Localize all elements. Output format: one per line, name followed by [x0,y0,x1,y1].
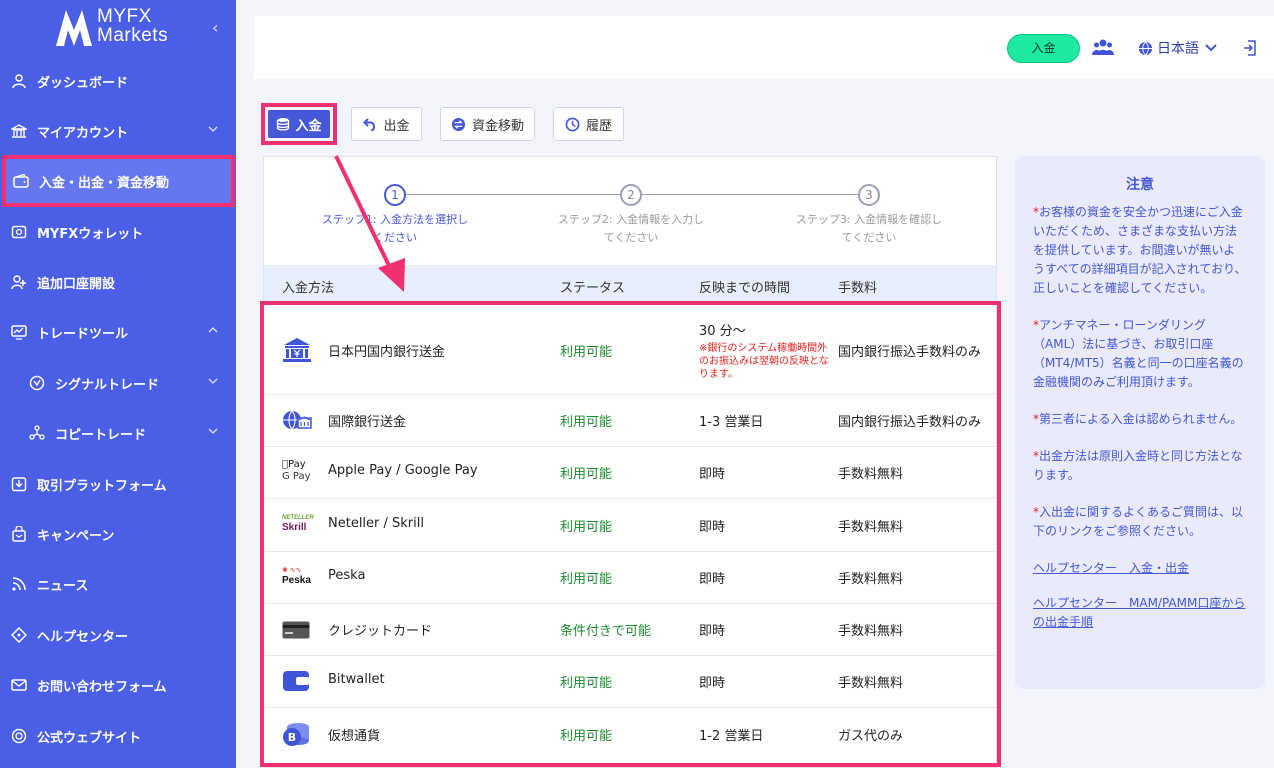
help-center-deposit-link[interactable]: ヘルプセンター 入金・出金 [1033,559,1247,578]
sidebar-item-campaign[interactable]: キャンペーン [0,514,236,554]
sidebar-item-label: キャンペーン [37,528,115,544]
column-header-fee: 手数料 [838,281,878,296]
chevron-down-icon[interactable] [208,376,218,386]
sidebar-item-platforms[interactable]: 取引プラットフォーム [0,464,236,504]
chart-icon [10,323,28,341]
download-icon [10,475,28,493]
copy-icon [28,424,46,442]
chevron-up-icon[interactable] [208,325,218,335]
sidebar-item-label: コピートレード [55,427,147,443]
sidebar-item-trade-tools[interactable]: トレードツール [0,312,236,352]
step-connector [406,194,626,195]
globe-icon [10,727,28,745]
tab-label: 出金 [383,118,410,134]
tab-deposit[interactable]: 入金 [268,110,330,138]
sidebar-item-label: MYFXウォレット [37,226,144,242]
brand-name: MYFX Markets [97,6,169,46]
sidebar-item-copy-trade[interactable]: コピートレード [0,413,236,453]
notice-paragraph: *第三者による入金は認められません。 [1033,412,1243,426]
sidebar-item-label: 入金・出金・資金移動 [39,175,170,191]
notice-paragraph: *出金方法は原則入金時と同じ方法となります。 [1033,449,1243,482]
notice-title: 注意 [1126,177,1154,193]
sidebar-item-label: ダッシュボード [37,75,129,91]
language-selector[interactable]: 日本語 [1138,38,1222,58]
sidebar-item-label: 取引プラットフォーム [37,478,167,494]
undo-icon [363,118,376,131]
tab-transfer[interactable]: 資金移動 [440,107,535,141]
tab-history[interactable]: 履歴 [553,107,624,141]
sidebar-item-funds[interactable]: 入金・出金・資金移動 [2,155,235,207]
step-connector [642,194,870,195]
transfer-icon [451,117,466,131]
notice-paragraph: *入出金に関するよくあるご質問は、以下のリンクをご参照ください。 [1033,505,1244,538]
rss-icon [10,575,28,593]
sidebar-item-label: 追加口座開設 [37,276,116,292]
users-icon[interactable] [1092,38,1114,56]
history-icon [565,117,580,131]
tab-withdraw[interactable]: 出金 [351,107,422,141]
user-icon [10,72,28,90]
top-bar: 入金 日本語 [254,16,1274,79]
sidebar-item-dashboard[interactable]: ダッシュボード [0,61,236,101]
mail-icon [10,676,28,694]
step-2-label: ステップ2: 入金情報を入力し てください [557,213,705,244]
methods-highlight-frame [260,301,1001,767]
step-3-indicator: 3 [858,184,880,206]
deposit-button[interactable]: 入金 [1007,34,1080,63]
sidebar-item-label: ヘルプセンター [37,629,129,645]
sidebar: MYFX Markets ‹ ダッシュボード マイアカウント 入金・出金・資金移… [0,0,236,768]
chevron-down-icon [1205,44,1217,52]
notice-paragraph: *アンチマネー・ローンダリング（AML）法に基づき、お取引口座（MT4/MT5）… [1033,318,1244,389]
collapse-sidebar-icon[interactable]: ‹ [212,18,218,37]
notice-paragraph: *お客様の資金を安全かつ迅速にご入金いただくため、さまざまな支払い方法を提供して… [1033,205,1247,295]
sidebar-item-label: マイアカウント [37,125,129,141]
signal-icon [28,374,46,392]
chevron-down-icon[interactable] [208,426,218,436]
sidebar-item-label: シグナルトレード [55,377,160,393]
sidebar-item-signal-trade[interactable]: シグナルトレード [0,363,236,403]
sidebar-item-label: 公式ウェブサイト [37,730,142,746]
sidebar-item-help[interactable]: ヘルプセンター [0,615,236,655]
sidebar-item-label: お問い合わせフォーム [37,679,167,695]
bank-icon [10,122,28,140]
annotation-arrow-icon [334,155,405,292]
step-2-indicator: 2 [620,184,642,206]
notice-panel: 注意 *お客様の資金を安全かつ迅速にご入金いただくため、さまざまな支払い方法を提… [1015,156,1265,689]
wallet-icon [12,172,30,190]
column-header-time: 反映までの時間 [699,281,791,296]
gift-icon [10,525,28,543]
sidebar-item-website[interactable]: 公式ウェブサイト [0,716,236,756]
wallet-icon [10,223,28,241]
sidebar-item-label: ニュース [37,578,89,594]
logout-icon[interactable] [1243,40,1257,56]
sidebar-item-contact[interactable]: お問い合わせフォーム [0,665,236,705]
tab-label: 入金 [295,118,322,134]
logo[interactable]: MYFX Markets ‹ [0,0,236,62]
chevron-down-icon[interactable] [208,124,218,134]
help-center-mam-link[interactable]: ヘルプセンター MAM/PAMM口座からの出金手順 [1033,594,1247,632]
tab-label: 履歴 [585,118,612,134]
coins-icon [277,118,290,131]
help-icon [10,626,28,644]
language-label: 日本語 [1157,41,1199,57]
sidebar-item-news[interactable]: ニュース [0,564,236,604]
tab-deposit-highlight: 入金 [261,103,337,145]
add-user-icon [10,273,28,291]
column-header-method: 入金方法 [282,281,335,296]
step-3-label: ステップ3: 入金情報を確認し てください [795,213,943,244]
sidebar-item-label: トレードツール [37,326,129,342]
myfx-logo-icon [56,10,92,46]
tab-label: 資金移動 [471,118,524,134]
sidebar-item-my-account[interactable]: マイアカウント [0,111,236,151]
globe-icon [1138,41,1153,56]
sidebar-item-myfx-wallet[interactable]: MYFXウォレット [0,212,236,252]
sidebar-item-add-account[interactable]: 追加口座開設 [0,262,236,302]
column-header-status: ステータス [560,281,626,296]
